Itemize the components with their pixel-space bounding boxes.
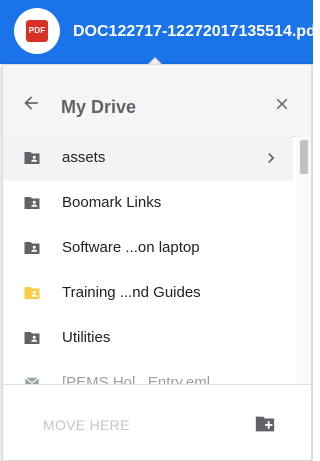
folder-item-assets[interactable]: assets — [3, 136, 293, 181]
shared-folder-icon — [24, 287, 40, 299]
folder-label: Training ...nd Guides — [62, 284, 201, 301]
folder-label: assets — [62, 149, 106, 166]
folder-item-software[interactable]: Software ...on laptop — [3, 226, 293, 271]
pdf-icon: PDF — [26, 20, 48, 42]
file-label: [PEMS Hol...Entry.eml — [62, 374, 211, 384]
new-folder-icon[interactable] — [254, 414, 276, 434]
chevron-right-icon[interactable] — [261, 148, 281, 168]
file-item-pems-entry[interactable]: [PEMS Hol...Entry.eml — [3, 361, 293, 384]
folder-item-utilities[interactable]: Utilities — [3, 316, 293, 361]
folder-item-training[interactable]: Training ...nd Guides — [3, 271, 293, 316]
file-type-badge: PDF — [14, 8, 60, 54]
arrow-back-icon[interactable] — [21, 93, 41, 113]
shared-folder-icon — [24, 152, 40, 164]
scrollbar-thumb[interactable] — [300, 140, 308, 174]
folder-label: Software ...on laptop — [62, 239, 200, 256]
folder-list: assets Boomark Links Software ...on lapt… — [3, 136, 311, 384]
document-title: DOC122717-12272017135514.pdf — [73, 23, 313, 40]
email-file-icon — [24, 377, 40, 384]
dialog-header: My Drive — [3, 65, 311, 137]
scrollbar[interactable] — [296, 136, 311, 384]
dialog-footer: MOVE HERE — [3, 384, 311, 460]
shared-folder-icon — [24, 197, 40, 209]
folder-label: Utilities — [62, 329, 111, 346]
folder-label: Boomark Links — [62, 194, 162, 211]
document-header-bar: PDF DOC122717-12272017135514.pdf — [0, 0, 313, 64]
folder-item-boomark-links[interactable]: Boomark Links — [3, 181, 293, 226]
current-folder-title: My Drive — [61, 97, 137, 117]
close-icon[interactable] — [273, 95, 291, 113]
shared-folder-icon — [24, 242, 40, 254]
move-here-button[interactable]: MOVE HERE — [43, 416, 130, 434]
page: PDF DOC122717-12272017135514.pdf My Driv… — [0, 0, 313, 461]
move-to-folder-dialog: My Drive assets Boomark Links Software .… — [2, 64, 312, 461]
shared-folder-icon — [24, 332, 40, 344]
